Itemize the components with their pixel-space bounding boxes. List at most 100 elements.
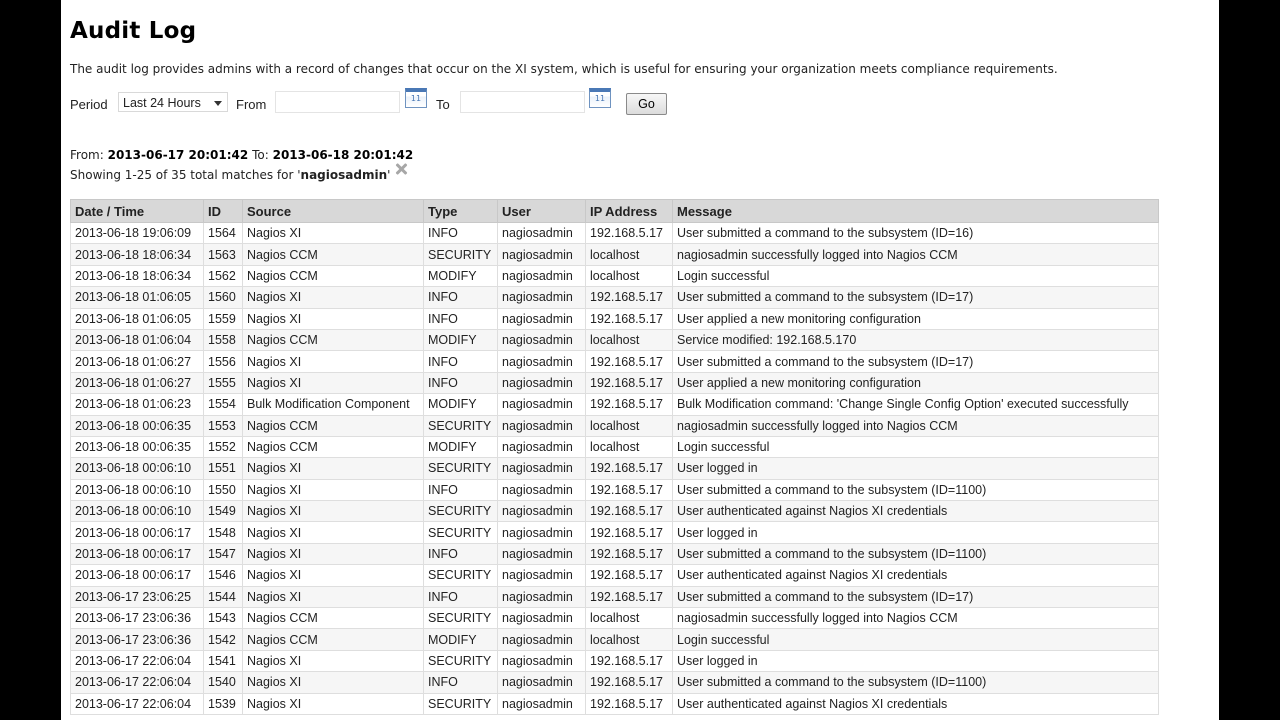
column-header[interactable]: User [497,199,586,223]
calendar-icon[interactable]: 11 [405,88,427,108]
cell-type: SECURITY [423,414,498,437]
cell-message: Bulk Modification command: 'Change Singl… [672,393,1159,416]
cell-message: User submitted a command to the subsyste… [672,350,1159,373]
showing-prefix: Showing 1-25 of 35 total matches for ' [70,168,301,182]
cell-message: nagiosadmin successfully logged into Nag… [672,243,1159,266]
cell-datetime: 2013-06-18 00:06:17 [70,564,204,587]
table-row: 2013-06-18 00:06:17 1546 Nagios XI SECURITY… [70,564,1159,587]
cell-datetime: 2013-06-18 00:06:10 [70,457,204,480]
cell-type: SECURITY [423,243,498,266]
cell-datetime: 2013-06-18 01:06:05 [70,307,204,330]
cell-source: Nagios CCM [242,264,424,288]
table-row: 2013-06-18 00:06:10 1550 Nagios XI INFO nagi… [70,478,1159,502]
cell-datetime: 2013-06-18 00:06:35 [70,435,204,459]
cell-source: Nagios CCM [242,628,424,651]
cell-type: MODIFY [423,435,498,459]
audit-log-table: Date / Time ID Source Type User IP Addre… [70,199,1159,715]
cell-datetime: 2013-06-18 01:06:27 [70,350,204,373]
cell-type: MODIFY [423,264,498,288]
cell-id: 1544 [203,585,243,609]
cell-datetime: 2013-06-18 01:06:23 [70,393,204,416]
from-prefix: From: [70,148,104,162]
cell-message: User submitted a command to the subsyste… [672,542,1159,566]
cell-user: nagiosadmin [497,671,586,694]
table-row: 2013-06-18 01:06:27 1556 Nagios XI INFO nagi… [70,350,1159,373]
cell-message: Login successful [672,628,1159,651]
cell-ip: 192.168.5.17 [585,393,673,416]
cell-user: nagiosadmin [497,307,586,330]
cell-message: User submitted a command to the subsyste… [672,585,1159,609]
clear-search-icon[interactable] [394,162,408,176]
cell-type: SECURITY [423,457,498,480]
cell-type: MODIFY [423,328,498,352]
cell-source: Nagios XI [242,286,424,309]
go-button[interactable]: Go [626,93,667,115]
cell-id: 1559 [203,307,243,330]
cell-ip: localhost [585,328,673,352]
to-date-input[interactable] [460,91,585,113]
table-row: 2013-06-18 00:06:35 1553 Nagios CCM SECURIT… [70,414,1159,437]
column-header[interactable]: Source [242,199,424,223]
cell-type: MODIFY [423,393,498,416]
filter-bar: Period Last 24 Hours From 11 To 11 Go [70,88,870,118]
cell-message: User authenticated against Nagios XI cre… [672,564,1159,587]
cell-source: Nagios XI [242,649,424,673]
cell-type: INFO [423,221,498,245]
cell-user: nagiosadmin [497,457,586,480]
from-label: From [236,97,267,112]
period-select[interactable]: Last 24 Hours [118,92,228,112]
to-date: 2013-06-18 20:01:42 [272,148,414,162]
cell-id: 1555 [203,371,243,395]
table-row: 2013-06-17 23:06:36 1542 Nagios CCM MODIFY n… [70,628,1159,651]
column-header[interactable]: ID [203,199,243,223]
cell-ip: 192.168.5.17 [585,521,673,544]
cell-type: SECURITY [423,500,498,523]
cell-message: User logged in [672,649,1159,673]
calendar-icon[interactable]: 11 [589,88,611,108]
cell-message: User logged in [672,457,1159,480]
cell-source: Nagios CCM [242,435,424,459]
cell-user: nagiosadmin [497,692,586,715]
column-header[interactable]: IP Address [585,199,673,223]
cell-user: nagiosadmin [497,435,586,459]
cell-type: SECURITY [423,607,498,630]
cell-ip: 192.168.5.17 [585,371,673,395]
cell-message: User applied a new monitoring configurat… [672,371,1159,395]
cell-datetime: 2013-06-18 00:06:10 [70,500,204,523]
cell-ip: localhost [585,607,673,630]
cell-ip: 192.168.5.17 [585,350,673,373]
cell-datetime: 2013-06-18 18:06:34 [70,243,204,266]
cell-ip: 192.168.5.17 [585,542,673,566]
cell-ip: 192.168.5.17 [585,457,673,480]
cell-datetime: 2013-06-18 01:06:27 [70,371,204,395]
cell-user: nagiosadmin [497,221,586,245]
column-header[interactable]: Date / Time [70,199,204,223]
cell-type: INFO [423,350,498,373]
from-date-input[interactable] [275,91,400,113]
showing-suffix: ' [387,168,391,182]
cell-source: Nagios XI [242,585,424,609]
cell-user: nagiosadmin [497,649,586,673]
from-date: 2013-06-17 20:01:42 [107,148,249,162]
cell-datetime: 2013-06-18 18:06:34 [70,264,204,288]
table-body: 2013-06-18 19:06:09 1564 Nagios XI INFO nagi… [70,221,1159,715]
column-header[interactable]: Type [423,199,498,223]
table-row: 2013-06-18 00:06:17 1547 Nagios XI INFO nagi… [70,542,1159,566]
cell-ip: localhost [585,414,673,437]
cell-datetime: 2013-06-17 23:06:36 [70,628,204,651]
cell-id: 1541 [203,649,243,673]
cell-id: 1550 [203,478,243,502]
cell-id: 1546 [203,564,243,587]
cell-ip: 192.168.5.17 [585,692,673,715]
to-label: To [436,97,450,112]
cell-message: nagiosadmin successfully logged into Nag… [672,414,1159,437]
column-header[interactable]: Message [672,199,1159,223]
cell-user: nagiosadmin [497,328,586,352]
cell-message: Login successful [672,435,1159,459]
cell-source: Nagios CCM [242,243,424,266]
table-row: 2013-06-18 00:06:10 1549 Nagios XI SECURITY… [70,500,1159,523]
cell-id: 1542 [203,628,243,651]
cell-source: Nagios XI [242,564,424,587]
page-description: The audit log provides admins with a rec… [70,62,1058,76]
table-row: 2013-06-17 22:06:04 1541 Nagios XI SECURITY… [70,649,1159,673]
